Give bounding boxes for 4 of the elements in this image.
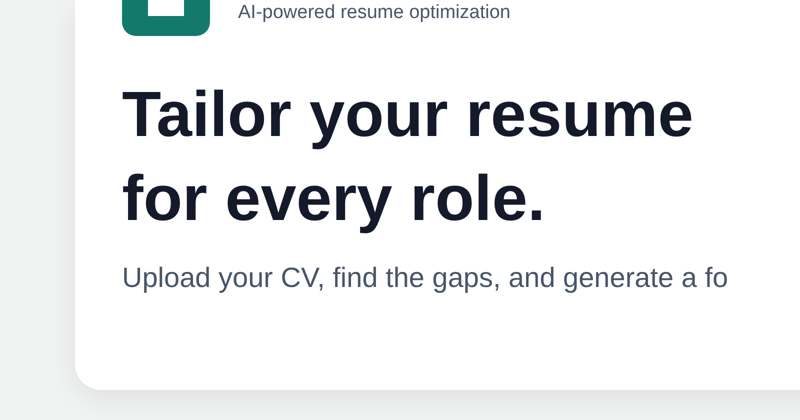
tagline: AI-powered resume optimization bbox=[238, 2, 510, 24]
headline: Tailor your resume bbox=[122, 77, 694, 152]
subtitle: Upload your CV, find the gaps, and generate a fo bbox=[122, 262, 730, 294]
headline: for every role. bbox=[122, 161, 546, 236]
